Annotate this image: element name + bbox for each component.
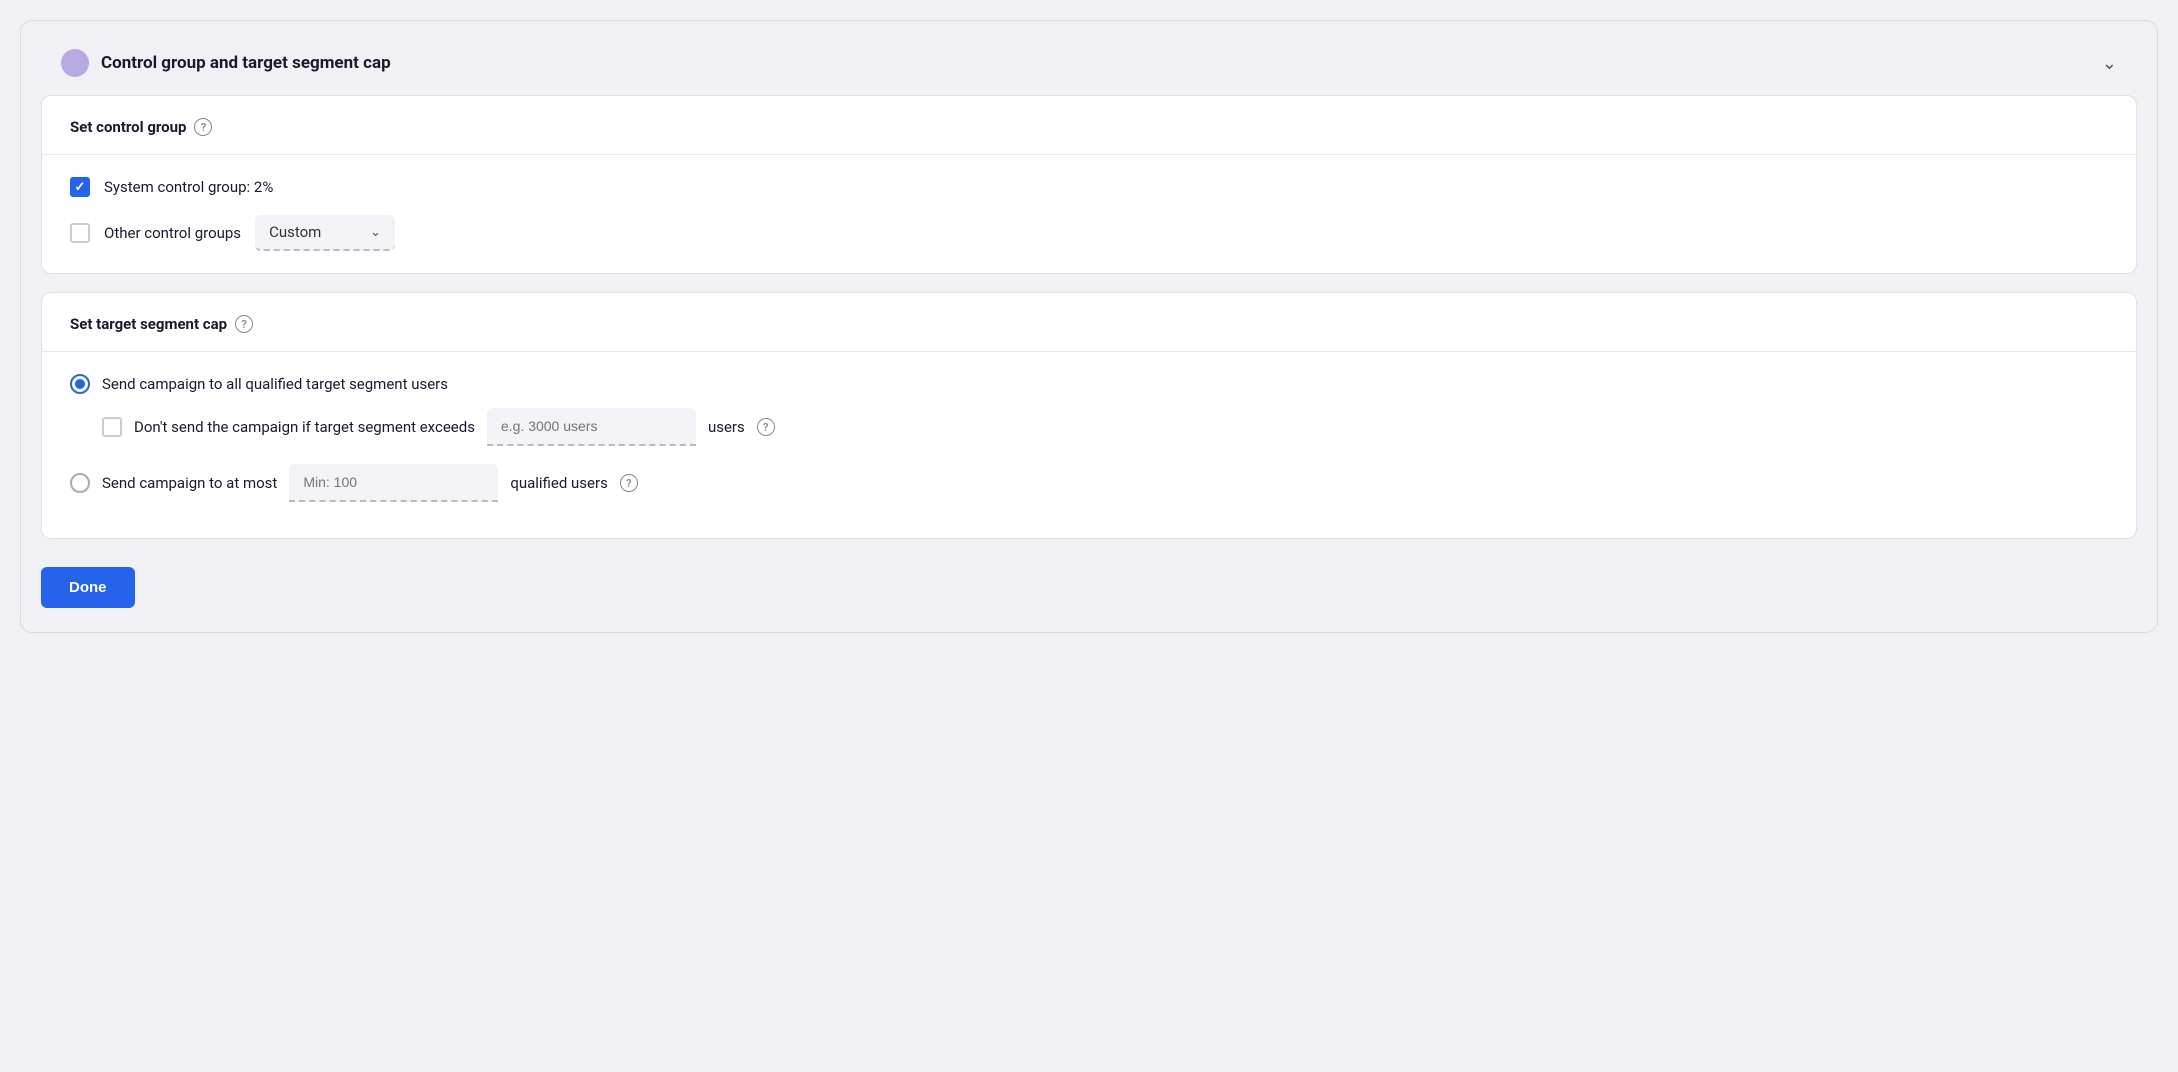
dont-send-row: Don't send the campaign if target segmen… <box>102 408 2108 446</box>
done-button[interactable]: Done <box>41 567 135 608</box>
dont-send-label: Don't send the campaign if target segmen… <box>134 418 475 436</box>
custom-dropdown[interactable]: Custom ⌄ <box>255 215 395 251</box>
system-control-group-row: System control group: 2% <box>70 177 2108 197</box>
control-group-title: Set control group ? <box>70 118 2108 136</box>
section-header[interactable]: Control group and target segment cap ⌄ <box>41 31 2137 95</box>
system-control-group-label: System control group: 2% <box>104 178 273 196</box>
target-segment-body: Send campaign to all qualified target se… <box>42 352 2136 538</box>
send-all-radio-row: Send campaign to all qualified target se… <box>70 374 2108 394</box>
send-atmost-radio-row: Send campaign to at most qualified users… <box>70 464 2108 502</box>
control-group-card: Set control group ? System control group… <box>41 95 2137 274</box>
control-group-body: System control group: 2% Other control g… <box>42 155 2136 273</box>
main-panel: Control group and target segment cap ⌄ S… <box>20 20 2158 633</box>
qualified-users-suffix: qualified users <box>510 474 608 492</box>
control-group-header: Set control group ? <box>42 96 2136 155</box>
system-control-group-checkbox[interactable] <box>70 177 90 197</box>
target-segment-title: Set target segment cap ? <box>70 315 2108 333</box>
send-atmost-input[interactable] <box>289 464 498 502</box>
dropdown-chevron-icon: ⌄ <box>370 225 381 240</box>
dont-send-input[interactable] <box>487 408 696 446</box>
other-control-groups-label: Other control groups <box>104 224 241 242</box>
dont-send-checkbox[interactable] <box>102 417 122 437</box>
section-icon <box>61 49 89 77</box>
chevron-down-icon[interactable]: ⌄ <box>2102 53 2117 74</box>
target-segment-card: Set target segment cap ? Send campaign t… <box>41 292 2137 539</box>
other-control-groups-checkbox[interactable] <box>70 223 90 243</box>
exceeds-help-icon[interactable]: ? <box>757 418 775 436</box>
send-all-radio[interactable] <box>70 374 90 394</box>
send-atmost-label: Send campaign to at most <box>102 474 277 492</box>
target-segment-header: Set target segment cap ? <box>42 293 2136 352</box>
footer: Done <box>41 557 2137 608</box>
target-segment-help-icon[interactable]: ? <box>235 315 253 333</box>
send-all-label: Send campaign to all qualified target se… <box>102 375 448 393</box>
section-title: Control group and target segment cap <box>101 53 391 73</box>
users-suffix: users <box>708 418 745 436</box>
other-control-groups-row: Other control groups Custom ⌄ <box>70 215 2108 251</box>
send-atmost-radio[interactable] <box>70 473 90 493</box>
section-header-left: Control group and target segment cap <box>61 49 391 77</box>
atmost-help-icon[interactable]: ? <box>620 474 638 492</box>
custom-dropdown-value: Custom <box>269 223 321 241</box>
control-group-help-icon[interactable]: ? <box>194 118 212 136</box>
